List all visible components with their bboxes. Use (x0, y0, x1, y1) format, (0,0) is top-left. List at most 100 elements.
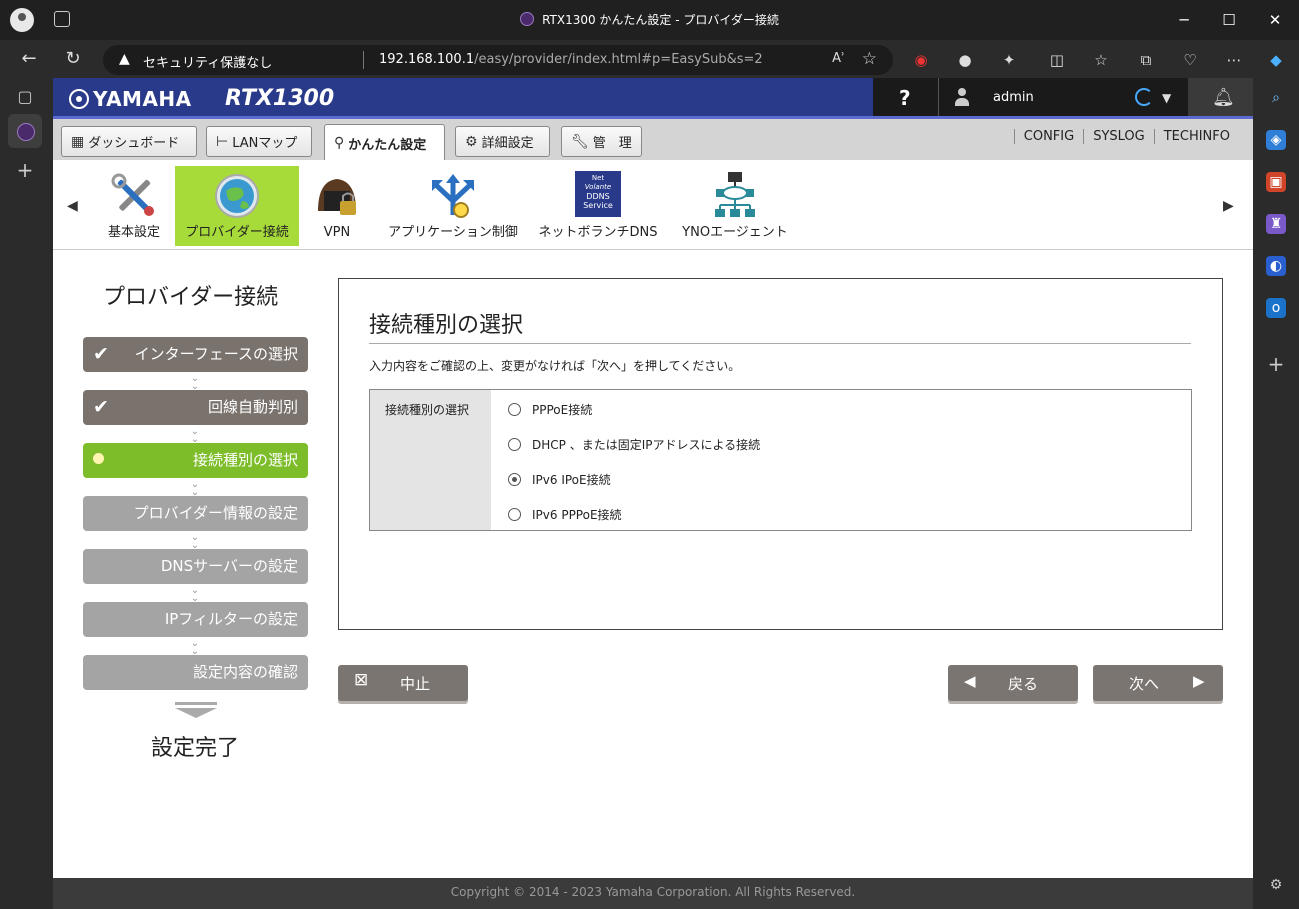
copilot-icon[interactable]: ◆ (1266, 50, 1286, 70)
refresh-icon[interactable]: ↻ (62, 48, 84, 70)
cancel-button[interactable]: ⊠ 中止 (338, 665, 468, 701)
address-divider (363, 51, 364, 69)
shopping-icon[interactable]: ◈ (1266, 130, 1286, 150)
menu-basic-settings[interactable]: 基本設定 (98, 166, 170, 246)
dashboard-icon: ▦ (71, 133, 85, 150)
new-tab-icon[interactable]: + (14, 159, 36, 181)
radio-option-dhcp[interactable]: DHCP 、または固定IPアドレスによる接続 (508, 436, 760, 453)
tab-detail-settings[interactable]: ⚙ 詳細設定 (455, 126, 550, 157)
games-icon[interactable]: ♜ (1266, 214, 1286, 234)
step-chevron-icon: ⌄ ⌄ (190, 585, 200, 604)
gear-icon: ⚙ (465, 133, 478, 150)
sidebar-settings-icon[interactable]: ⚙ (1266, 875, 1286, 895)
next-button[interactable]: 次へ ▶ (1093, 665, 1223, 701)
tab-dashboard[interactable]: ▦ ダッシュボード (61, 126, 197, 157)
menu-netvolante-dns[interactable]: Net Volante DDNS Service ネットボランチDNS (535, 166, 661, 246)
read-aloud-icon[interactable]: Aʾ (832, 51, 845, 66)
radio-option-ipv6-pppoe[interactable]: IPv6 PPPoE接続 (508, 506, 622, 523)
browser-essentials-icon[interactable]: ♡ (1180, 50, 1200, 70)
menu-provider[interactable]: プロバイダー接続 (175, 166, 299, 246)
radio-label[interactable]: IPv6 IPoE接続 (532, 471, 611, 488)
radio-button-selected[interactable] (508, 473, 521, 486)
menu-vpn-label: VPN (323, 225, 351, 240)
search-icon[interactable]: ⌕ (1266, 88, 1286, 108)
user-menu-caret-icon[interactable]: ▼ (1162, 91, 1171, 105)
radio-label[interactable]: PPPoE接続 (532, 401, 592, 418)
panel-heading: 接続種別の選択 (369, 313, 524, 338)
step-confirm-label: 設定内容の確認 (192, 663, 298, 681)
menu-app-control[interactable]: アプリケーション制御 (380, 166, 526, 246)
tab-admin[interactable]: 🔧︎ 管 理 (561, 126, 642, 157)
menu-yno-agent[interactable]: YNOエージェント (675, 166, 795, 246)
radio-button[interactable] (508, 438, 521, 451)
app-control-arrows-icon (428, 171, 478, 221)
menu-vpn[interactable]: VPN (305, 166, 369, 246)
next-label: 次へ (1129, 675, 1160, 693)
radio-button[interactable] (508, 403, 521, 416)
back-arrow-icon[interactable]: ← (18, 48, 40, 70)
url-path: /easy/provider/index.html#p=EasySub&s=2 (474, 52, 763, 67)
step-dns-label: DNSサーバーの設定 (160, 557, 298, 575)
favorites-icon[interactable]: ☆ (1091, 50, 1111, 70)
help-button[interactable]: ? (899, 86, 911, 110)
step-provider-info-label: プロバイダー情報の設定 (133, 504, 298, 522)
user-name[interactable]: admin (993, 90, 1034, 105)
techinfo-link[interactable]: TECHINFO (1153, 129, 1239, 144)
warning-icon[interactable]: ▲ (119, 51, 130, 67)
tab-lanmap-label: LANマップ (232, 136, 298, 151)
user-icon (955, 88, 969, 106)
maximize-icon[interactable]: ☐ (1217, 8, 1241, 32)
steps-title: プロバイダー接続 (103, 285, 279, 310)
tab-admin-label: 管 理 (592, 136, 632, 151)
radio-label[interactable]: IPv6 PPPoE接続 (532, 506, 622, 523)
radio-button[interactable] (508, 508, 521, 521)
next-triangle-icon: ▶ (1193, 672, 1205, 690)
bell-icon: 🔔︎ (1212, 87, 1235, 108)
notification-button[interactable]: 🔔︎ (1188, 78, 1253, 118)
ddns-line3: DDNS (586, 192, 610, 201)
add-sidebar-app-icon[interactable]: + (1266, 354, 1286, 374)
tools-icon[interactable]: ▣ (1266, 172, 1286, 192)
close-icon[interactable]: ✕ (1263, 8, 1287, 32)
tab-panel-icon[interactable]: ▢ (14, 86, 36, 108)
radio-label[interactable]: DHCP 、または固定IPアドレスによる接続 (532, 436, 760, 453)
steps-final: 設定完了 (151, 736, 240, 761)
step-chevron-icon: ⌄ ⌄ (190, 479, 200, 498)
config-link[interactable]: CONFIG (1013, 129, 1083, 144)
tab-dashboard-label: ダッシュボード (88, 136, 180, 151)
radio-option-ipv6-ipoe[interactable]: IPv6 IPoE接続 (508, 471, 611, 488)
syslog-link[interactable]: SYSLOG (1083, 129, 1154, 144)
address-bar[interactable]: ▲ セキュリティ保護なし 192.168.100.1/easy/provider… (103, 45, 893, 75)
extensions-puzzle-icon[interactable]: ✦ (999, 50, 1019, 70)
yamaha-logo[interactable]: YAMAHA (69, 87, 192, 111)
step-confirm: 設定内容の確認 (83, 655, 308, 690)
security-label[interactable]: セキュリティ保護なし (143, 52, 272, 71)
back-button[interactable]: ◀ 戻る (948, 665, 1078, 701)
radio-option-pppoe[interactable]: PPPoE接続 (508, 401, 592, 418)
loading-spinner-icon (1135, 88, 1153, 106)
window-title: RTX1300 かんたん設定 - プロバイダー接続 (0, 11, 1299, 28)
minimize-icon[interactable]: ─ (1172, 8, 1196, 32)
tab-lanmap[interactable]: ⊢ LANマップ (206, 126, 312, 157)
record-extension-icon[interactable]: ◉ (911, 50, 931, 70)
split-screen-icon[interactable]: ◫ (1047, 50, 1067, 70)
page-footer: Copyright © 2014 - 2023 Yamaha Corporati… (53, 878, 1253, 909)
url-host: 192.168.100.1 (379, 52, 475, 67)
favorite-star-icon[interactable]: ☆ (862, 49, 877, 69)
outlook-icon[interactable]: o (1266, 298, 1286, 318)
globe-icon (212, 171, 262, 221)
collections-icon[interactable]: ⧉ (1136, 50, 1156, 70)
lanmap-icon: ⊢ (216, 133, 229, 150)
extension-icon[interactable]: ● (955, 50, 975, 70)
url-text[interactable]: 192.168.100.1/easy/provider/index.html#p… (379, 52, 763, 67)
easy-menu-bar: ◀ 基本設定 プロバイダー接続 VPN アプリケーション制御 Net Volan… (53, 160, 1253, 250)
more-menu-icon[interactable]: ⋯ (1224, 50, 1244, 70)
tab-easy-setup[interactable]: ⚲ かんたん設定 (324, 124, 445, 161)
menu-yno-label: YNOエージェント (682, 225, 788, 240)
active-tab[interactable] (8, 114, 42, 148)
scroll-left-arrow-icon[interactable]: ◀ (67, 198, 78, 214)
instruction-text: 入力内容をご確認の上、変更がなければ「次へ」を押してください。 (369, 359, 741, 373)
microsoft365-icon[interactable]: ◐ (1266, 256, 1286, 276)
scroll-right-arrow-icon[interactable]: ▶ (1223, 198, 1234, 214)
menu-basic-label: 基本設定 (107, 225, 160, 240)
